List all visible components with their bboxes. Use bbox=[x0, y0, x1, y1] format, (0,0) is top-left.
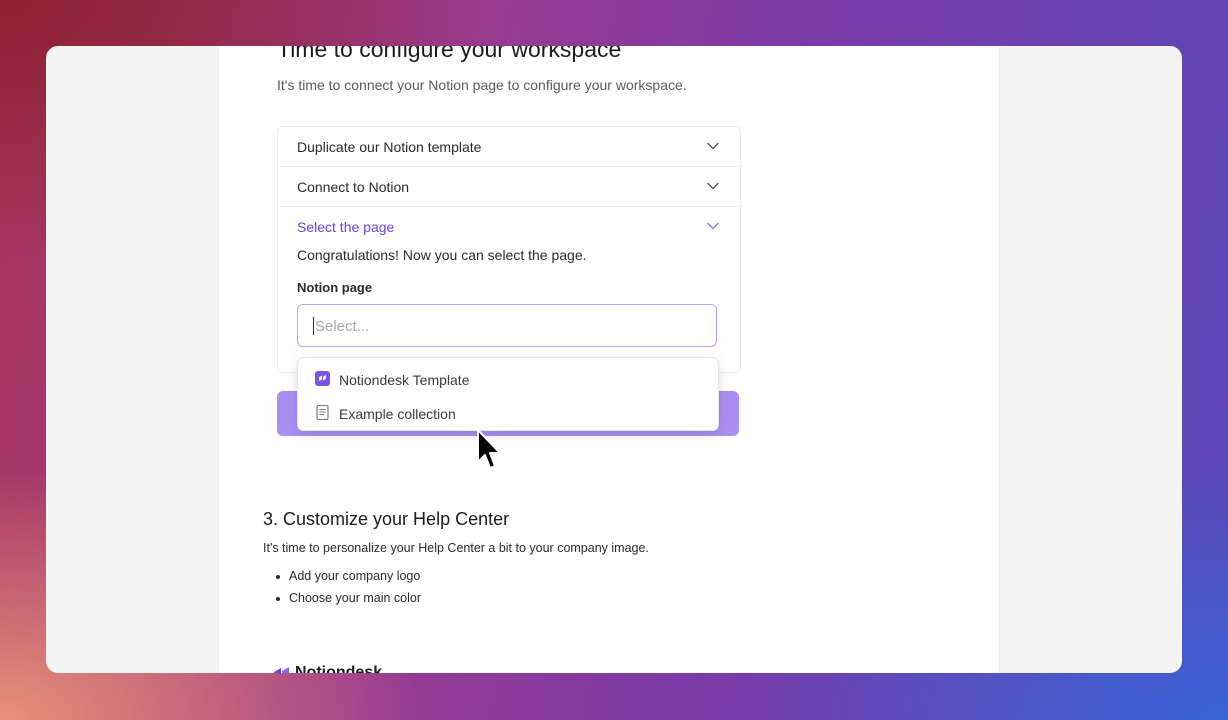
notion-page-select[interactable]: Select... bbox=[297, 304, 717, 347]
page-subtitle: It's time to connect your Notion page to… bbox=[277, 77, 687, 93]
notiondesk-logo-icon bbox=[274, 667, 289, 673]
select-placeholder: Select... bbox=[315, 318, 370, 335]
dropdown-option-notiondesk-template[interactable]: Notiondesk Template bbox=[298, 361, 718, 395]
dropdown-option-label: Example collection bbox=[339, 406, 456, 422]
section-bullets: Add your company logo Choose your main c… bbox=[263, 569, 421, 613]
page-title: Time to configure your workspace bbox=[277, 46, 622, 62]
accordion-item-duplicate-template[interactable]: Duplicate our Notion template bbox=[278, 127, 740, 167]
list-item: Add your company logo bbox=[263, 569, 421, 591]
section-text: It's time to personalize your Help Cente… bbox=[263, 541, 649, 555]
accordion-item-label: Connect to Notion bbox=[297, 179, 410, 195]
chevron-down-icon bbox=[707, 222, 719, 230]
accordion-item-label: Duplicate our Notion template bbox=[297, 139, 482, 155]
page-options-dropdown: Notiondesk Template Example collection bbox=[297, 357, 719, 431]
success-message: Congratulations! Now you can select the … bbox=[297, 247, 587, 263]
dropdown-option-label: Notiondesk Template bbox=[339, 372, 470, 388]
brand-name: Notiondesk bbox=[295, 664, 383, 673]
dropdown-option-example-collection[interactable]: Example collection bbox=[298, 395, 718, 429]
app-window: Time to configure your workspace It's ti… bbox=[46, 46, 1182, 673]
chevron-down-icon bbox=[707, 142, 719, 150]
accordion-item-select-page[interactable]: Select the page bbox=[278, 207, 740, 246]
notion-page-label: Notion page bbox=[297, 280, 373, 295]
notiondesk-logo-icon bbox=[315, 371, 330, 386]
text-caret bbox=[313, 317, 314, 335]
mouse-cursor-icon bbox=[477, 429, 501, 469]
accordion-item-connect-notion[interactable]: Connect to Notion bbox=[278, 167, 740, 207]
document-icon bbox=[316, 405, 329, 420]
list-item: Choose your main color bbox=[263, 591, 421, 613]
section-heading: 3. Customize your Help Center bbox=[263, 509, 510, 529]
setup-accordion: Duplicate our Notion template Connect to… bbox=[277, 126, 741, 373]
accordion-item-label: Select the page bbox=[297, 219, 395, 235]
document-page: Time to configure your workspace It's ti… bbox=[218, 46, 1000, 673]
chevron-down-icon bbox=[707, 182, 719, 190]
